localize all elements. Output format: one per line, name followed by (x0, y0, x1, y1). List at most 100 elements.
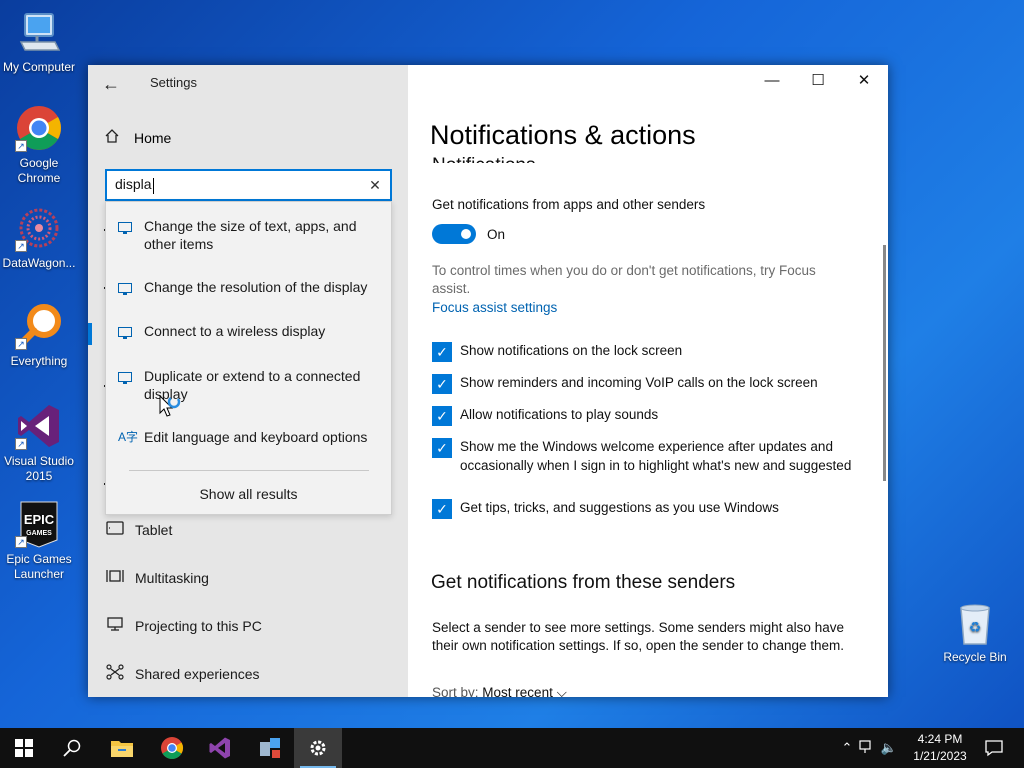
volume-icon[interactable]: 🔈 (878, 740, 900, 756)
desktop-icon-label: Visual Studio 2015 (4, 454, 74, 483)
monitor-icon (106, 278, 144, 297)
sidebar-home-label: Home (134, 130, 172, 146)
chrome-icon[interactable] (148, 728, 196, 768)
sidebar-item-label: Tablet (135, 522, 173, 538)
chevron-up-icon[interactable]: ⌃ (838, 740, 856, 756)
svg-text:GAMES: GAMES (26, 530, 52, 537)
checkbox-row[interactable]: ✓ Allow notifications to play sounds (432, 406, 860, 426)
chrome-icon: ↗ (15, 104, 63, 152)
epic-games-icon: EPIC GAMES ↗ (15, 500, 63, 548)
sidebar-item-shared-experiences[interactable]: Shared experiences (104, 663, 260, 685)
suggestion-item[interactable]: Connect to a wireless display (106, 322, 391, 341)
chevron-down-icon: ⌵ (556, 685, 567, 697)
suggestion-item[interactable]: Change the size of text, apps, and other… (106, 217, 391, 253)
desktop-icon-datawagon[interactable]: ↗ DataWagon... (0, 204, 78, 271)
close-button[interactable]: ✕ (841, 69, 887, 93)
checkbox-row[interactable]: ✓ Show notifications on the lock screen (432, 342, 860, 362)
sidebar-item-label: Shared experiences (135, 666, 260, 682)
sidebar-item-label: Multitasking (135, 570, 209, 586)
scrollbar[interactable] (883, 245, 886, 481)
search-input-value: displa (115, 176, 152, 193)
settings-gear-icon[interactable] (294, 728, 342, 768)
desktop-icon-label: DataWagon... (2, 256, 76, 270)
suggestion-item[interactable]: Change the resolution of the display (106, 278, 391, 297)
svg-text:EPIC: EPIC (24, 512, 55, 527)
visual-studio-icon: ↗ (15, 402, 63, 450)
sort-dropdown[interactable]: Sort by: Most recent ⌵ (432, 685, 567, 697)
home-icon (104, 128, 126, 148)
desktop-icon-label: My Computer (2, 60, 76, 74)
suggestion-item[interactable]: A字 Edit language and keyboard options (106, 428, 391, 446)
senders-description: Select a sender to see more settings. So… (432, 620, 845, 653)
section-heading-notifications: Notifications (432, 151, 536, 163)
settings-content: — ☐ ✕ Notifications Notifications & acti… (408, 65, 888, 697)
clear-search-icon[interactable]: ✕ (368, 177, 382, 194)
checkbox-checked-icon[interactable]: ✓ (432, 499, 452, 519)
checkbox-row[interactable]: ✓ Show reminders and incoming VoIP calls… (432, 374, 860, 394)
shared-experiences-icon (104, 664, 126, 684)
desktop-icon-epic-games[interactable]: EPIC GAMES ↗ Epic Games Launcher (0, 500, 78, 582)
svg-text:♻: ♻ (969, 620, 982, 636)
projecting-icon (104, 616, 126, 636)
checkbox-checked-icon[interactable]: ✓ (432, 438, 452, 458)
desktop-icon-google-chrome[interactable]: ↗ Google Chrome (0, 104, 78, 186)
clock-date: 1/21/2023 (913, 749, 967, 763)
desktop-icon-everything[interactable]: ↗ Everything (0, 302, 78, 369)
window-title: Settings (150, 75, 197, 90)
checkbox-checked-icon[interactable]: ✓ (432, 342, 452, 362)
search-suggestions-dropdown: Change the size of text, apps, and other… (105, 201, 392, 515)
settings-window: ← Settings Home displa ✕ Change the size… (88, 65, 888, 697)
start-icon[interactable] (0, 728, 48, 768)
monitor-icon (106, 217, 144, 253)
settings-search-input[interactable]: displa ✕ (105, 169, 392, 201)
checkbox-checked-icon[interactable]: ✓ (432, 374, 452, 394)
desktop-icon-label: Google Chrome (17, 156, 61, 185)
sidebar-home[interactable]: Home (104, 127, 171, 149)
search-icon[interactable] (48, 728, 96, 768)
tablet-icon (104, 520, 126, 540)
desktop-icon-my-computer[interactable]: My Computer (0, 8, 78, 75)
sort-value: Most recent (482, 685, 553, 697)
dropdown-divider (129, 470, 369, 471)
maximize-button[interactable]: ☐ (795, 69, 841, 93)
suggestion-item[interactable]: Duplicate or extend to a connected displ… (106, 367, 391, 403)
sort-label: Sort by: (432, 685, 479, 697)
senders-heading: Get notifications from these senders (431, 572, 736, 593)
minimize-button[interactable]: — (749, 69, 795, 93)
recycle-bin-icon: ♻ (953, 602, 997, 646)
sidebar-item-tablet[interactable]: Tablet (104, 519, 172, 541)
mouse-cursor-busy-icon (159, 394, 187, 426)
action-center-icon[interactable] (970, 728, 1018, 768)
checkbox-row[interactable]: ✓ Show me the Windows welcome experience… (432, 438, 860, 475)
network-icon[interactable] (856, 739, 878, 757)
system-clock[interactable]: 4:24 PM 1/21/2023 (905, 731, 975, 765)
computer-icon (15, 8, 63, 56)
page-title: Notifications & actions (430, 120, 696, 150)
sidebar-item-label: Projecting to this PC (135, 618, 262, 634)
settings-sidebar: ← Settings Home displa ✕ Change the size… (88, 65, 408, 697)
language-icon: A字 (118, 430, 139, 444)
sidebar-item-projecting[interactable]: Projecting to this PC (104, 615, 262, 637)
notifications-toggle[interactable] (432, 224, 476, 244)
toggle-state-label: On (487, 227, 506, 242)
file-explorer-icon[interactable] (98, 728, 146, 768)
taskbar: ⌃ 🔈 4:24 PM 1/21/2023 (0, 728, 1024, 768)
everything-search-icon: ↗ (15, 302, 63, 350)
network-tool-icon[interactable] (246, 728, 294, 768)
visual-studio-icon[interactable] (196, 728, 244, 768)
monitor-icon (106, 322, 144, 341)
checkbox-row[interactable]: ✓ Get tips, tricks, and suggestions as y… (432, 499, 860, 519)
focus-assist-description: To control times when you do or don't ge… (432, 263, 816, 296)
sidebar-item-multitasking[interactable]: Multitasking (104, 567, 209, 589)
system-tray: ⌃ 🔈 (838, 728, 900, 768)
focus-assist-settings-link[interactable]: Focus assist settings (432, 300, 557, 315)
desktop-icon-label: Recycle Bin (943, 650, 1007, 664)
multitasking-icon (104, 568, 126, 588)
desktop-icon-recycle-bin[interactable]: ♻ Recycle Bin (940, 602, 1010, 664)
monitor-icon (106, 367, 144, 403)
show-all-results[interactable]: Show all results (106, 486, 391, 502)
back-arrow-icon[interactable]: ← (102, 73, 124, 95)
checkbox-checked-icon[interactable]: ✓ (432, 406, 452, 426)
desktop-icon-label: Everything (10, 354, 68, 368)
desktop-icon-visual-studio[interactable]: ↗ Visual Studio 2015 (0, 402, 78, 484)
